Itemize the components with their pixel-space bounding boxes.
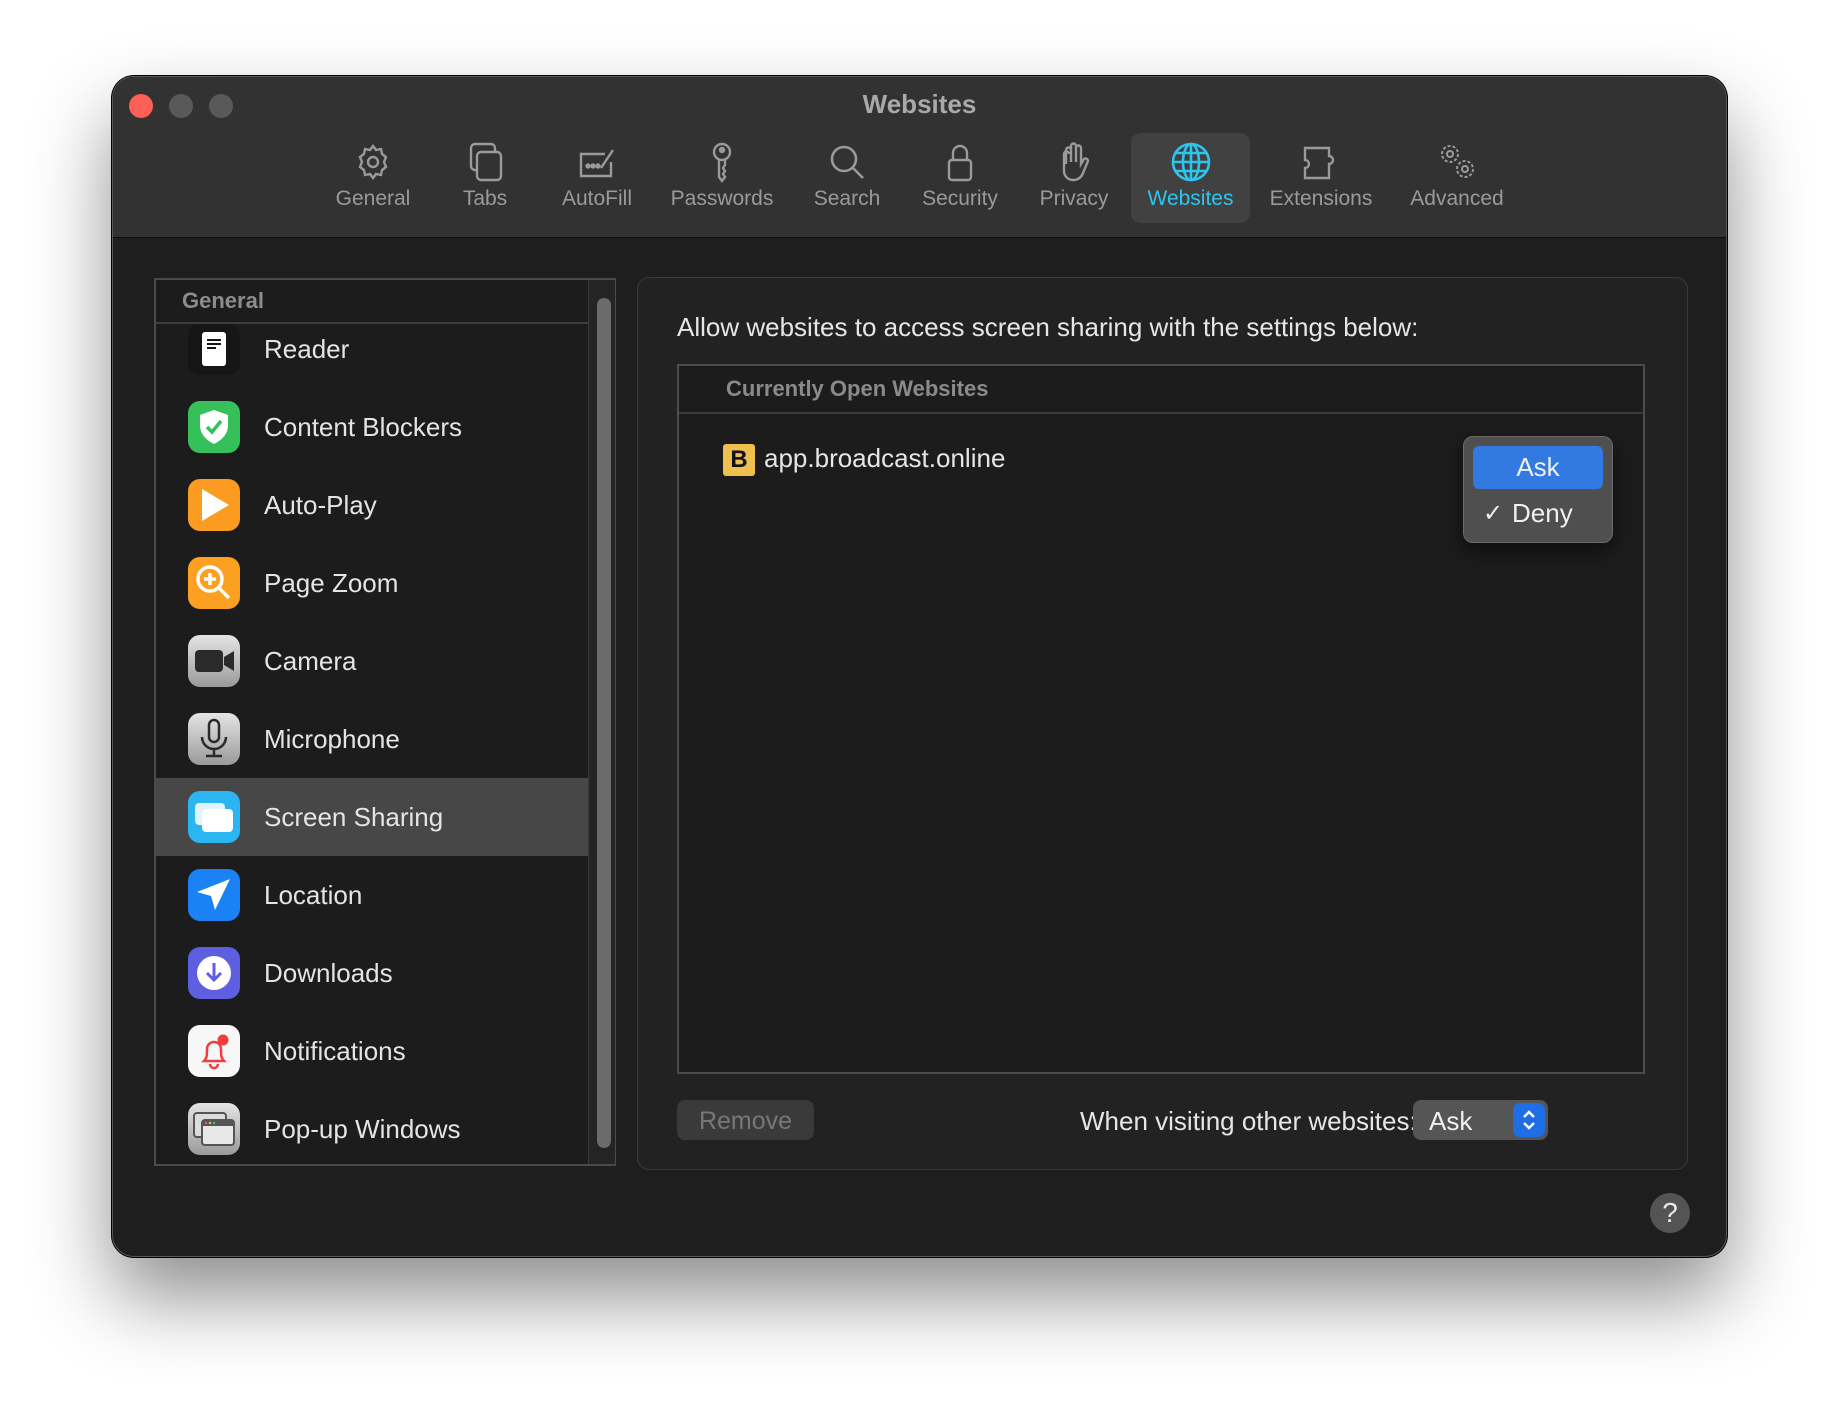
- gears-icon: [1433, 139, 1481, 185]
- popup-windows-icon: [188, 1103, 240, 1155]
- tab-label: Advanced: [1410, 187, 1504, 210]
- tab-passwords[interactable]: Passwords: [663, 133, 781, 223]
- column-header-label: Currently Open Websites: [726, 376, 989, 401]
- settings-panel: Allow websites to access screen sharing …: [637, 277, 1688, 1170]
- tab-general[interactable]: General: [319, 133, 427, 223]
- menu-item-label: Ask: [1516, 452, 1560, 482]
- tab-extensions[interactable]: Extensions: [1263, 133, 1379, 223]
- zoom-icon: [188, 557, 240, 609]
- site-name: app.broadcast.online: [764, 443, 1006, 473]
- sidebar-item-label: Camera: [264, 645, 357, 676]
- sidebar-item-page-zoom[interactable]: Page Zoom: [156, 544, 588, 622]
- tab-websites[interactable]: Websites: [1131, 133, 1250, 223]
- tab-advanced[interactable]: Advanced: [1399, 133, 1515, 223]
- sidebar-item-label: Notifications: [264, 1035, 406, 1066]
- sidebar-item-label: Microphone: [264, 723, 400, 754]
- section-header-bar: General: [156, 280, 588, 324]
- sidebar-item-notifications[interactable]: Notifications: [156, 1012, 588, 1090]
- tab-privacy[interactable]: Privacy: [1029, 133, 1119, 223]
- play-icon: [188, 479, 240, 531]
- reader-icon: [188, 323, 240, 375]
- sidebar-item-popup-windows[interactable]: Pop-up Windows: [156, 1090, 588, 1168]
- scrollbar-thumb[interactable]: [597, 298, 611, 1148]
- selected-value: Ask: [1429, 1106, 1473, 1136]
- menu-item-ask[interactable]: Ask: [1473, 446, 1603, 489]
- sidebar-item-label: Content Blockers: [264, 411, 462, 442]
- hand-icon: [1050, 139, 1098, 185]
- gear-icon: [349, 139, 397, 185]
- download-icon: [188, 947, 240, 999]
- key-icon: [698, 139, 746, 185]
- sidebar-item-label: Auto-Play: [264, 489, 377, 520]
- help-button[interactable]: ?: [1650, 1193, 1690, 1233]
- tab-label: Privacy: [1039, 187, 1109, 210]
- other-websites-label: When visiting other websites:: [1080, 1106, 1417, 1136]
- tab-label: Passwords: [670, 187, 774, 210]
- site-setting-menu: Ask ✓ Deny: [1463, 436, 1613, 543]
- preferences-window: Websites General Tabs AutoFill Passwords: [112, 76, 1727, 1257]
- other-websites-select[interactable]: Ask: [1413, 1100, 1548, 1140]
- tab-label: Extensions: [1269, 187, 1373, 210]
- remove-button[interactable]: Remove: [677, 1100, 814, 1140]
- sidebar-item-label: Page Zoom: [264, 567, 399, 598]
- camera-icon: [188, 635, 240, 687]
- sidebar-item-screen-sharing[interactable]: Screen Sharing: [156, 778, 588, 856]
- shield-check-icon: [188, 401, 240, 453]
- sidebar-item-downloads[interactable]: Downloads: [156, 934, 588, 1012]
- search-icon: [823, 139, 871, 185]
- tab-label: Search: [813, 187, 881, 210]
- sidebar-scrollbar[interactable]: [588, 280, 615, 1164]
- tab-label: Tabs: [462, 187, 508, 210]
- tab-label: General: [335, 187, 411, 210]
- checkmark-icon: ✓: [1483, 500, 1504, 527]
- tab-label: Security: [922, 187, 998, 210]
- site-favicon: B: [723, 444, 755, 476]
- autofill-icon: [573, 139, 621, 185]
- sidebar-item-camera[interactable]: Camera: [156, 622, 588, 700]
- sidebar-item-location[interactable]: Location: [156, 856, 588, 934]
- chevron-up-down-icon: [1513, 1103, 1545, 1137]
- tab-tabs[interactable]: Tabs: [445, 133, 525, 223]
- column-header: Currently Open Websites: [679, 366, 1643, 414]
- sidebar-item-label: Reader: [264, 333, 350, 364]
- microphone-icon: [188, 713, 240, 765]
- tab-security[interactable]: Security: [909, 133, 1011, 223]
- tab-autofill[interactable]: AutoFill: [551, 133, 643, 223]
- sidebar-item-label: Screen Sharing: [264, 801, 444, 832]
- bell-icon: [188, 1025, 240, 1077]
- lock-icon: [936, 139, 984, 185]
- globe-icon: [1167, 139, 1215, 185]
- tab-label: AutoFill: [561, 187, 633, 210]
- menu-item-deny[interactable]: ✓ Deny: [1473, 492, 1603, 535]
- puzzle-icon: [1297, 139, 1345, 185]
- sidebar-item-label: Downloads: [264, 957, 393, 988]
- sidebar-item-content-blockers[interactable]: Content Blockers: [156, 388, 588, 466]
- category-list: General Reader Content Blockers Auto-Pla…: [154, 278, 616, 1166]
- screen-sharing-icon: [188, 791, 240, 843]
- sidebar-item-auto-play[interactable]: Auto-Play: [156, 466, 588, 544]
- window-title: Websites: [862, 89, 977, 119]
- panel-heading: Allow websites to access screen sharing …: [677, 312, 1419, 342]
- tabs-icon: [461, 139, 509, 185]
- sidebar-item-label: Pop-up Windows: [264, 1113, 461, 1144]
- sidebar-item-microphone[interactable]: Microphone: [156, 700, 588, 778]
- section-header-label: General: [182, 288, 264, 313]
- sidebar-item-label: Location: [264, 879, 363, 910]
- location-icon: [188, 869, 240, 921]
- title-bar: Websites General Tabs AutoFill Passwords: [113, 77, 1726, 238]
- menu-item-label: Deny: [1512, 498, 1573, 528]
- tab-search[interactable]: Search: [803, 133, 891, 223]
- tab-label: Websites: [1147, 187, 1234, 210]
